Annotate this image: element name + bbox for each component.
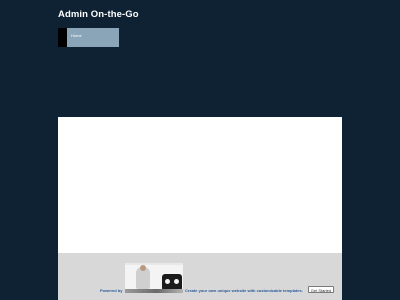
get-started-button[interactable]: Get Started bbox=[308, 286, 334, 293]
site-title: Admin On-the-Go bbox=[58, 9, 139, 20]
nav-active-marker bbox=[58, 28, 67, 47]
promo-person-head bbox=[140, 265, 146, 271]
page: Admin On-the-Go Home Powered by Create y… bbox=[0, 0, 400, 300]
nav-item-home[interactable]: Home bbox=[67, 28, 82, 47]
promo-text[interactable]: Create your own unique website with cust… bbox=[185, 288, 303, 293]
main-nav: Home bbox=[58, 28, 119, 47]
device-hole-left bbox=[165, 279, 170, 284]
promo-image[interactable] bbox=[125, 263, 183, 293]
promo-image-strip bbox=[125, 263, 183, 265]
content-area bbox=[58, 117, 342, 253]
promo-image-bar bbox=[125, 289, 183, 293]
device-hole-right bbox=[174, 279, 179, 284]
footer: Powered by Create your own unique websit… bbox=[58, 253, 342, 300]
powered-by-label[interactable]: Powered by bbox=[100, 288, 122, 293]
